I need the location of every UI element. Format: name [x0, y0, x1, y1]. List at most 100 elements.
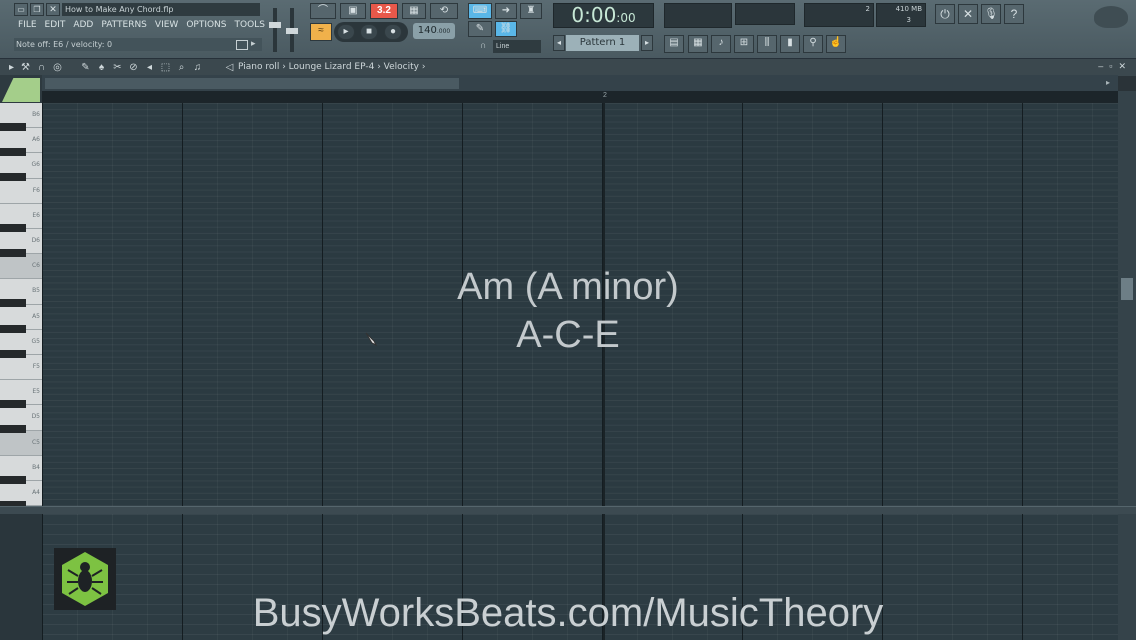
draw-tool-icon[interactable]: ✎: [80, 62, 91, 73]
select-tool-icon[interactable]: ⬚: [160, 62, 171, 73]
step-sequencer-icon[interactable]: ▦: [688, 35, 708, 53]
key-label: B4: [32, 463, 40, 471]
scroll-right-icon[interactable]: ▸: [1106, 78, 1116, 88]
stop-button[interactable]: ■: [360, 24, 378, 40]
key-label: E5: [32, 388, 40, 396]
project-info-icon[interactable]: ▮: [780, 35, 800, 53]
wrench-icon[interactable]: ⚒: [20, 62, 31, 73]
breadcrumb-piano-roll[interactable]: Piano roll: [238, 62, 279, 72]
mixer-icon[interactable]: ⫼: [757, 35, 777, 53]
menu-view[interactable]: VIEW: [151, 19, 182, 32]
key-label: A4: [32, 489, 40, 496]
menu-add[interactable]: ADD: [69, 19, 97, 32]
black-key[interactable]: [0, 475, 26, 484]
key-label: C5: [31, 438, 40, 446]
pattern-next-button[interactable]: ▸: [641, 35, 653, 51]
piano-roll-icon[interactable]: ♪: [711, 35, 731, 53]
black-key[interactable]: [0, 148, 26, 157]
zoom-tool-icon[interactable]: ⌕: [176, 62, 187, 73]
pattern-prev-button[interactable]: ◂: [553, 35, 565, 51]
slice-tool-icon[interactable]: ◂: [144, 62, 155, 73]
play-button[interactable]: ▸: [337, 24, 355, 40]
black-key[interactable]: [0, 123, 26, 131]
restore-icon[interactable]: ❐: [30, 3, 44, 16]
black-key[interactable]: [0, 425, 26, 434]
magnet-icon[interactable]: ∩: [36, 62, 47, 73]
pattern-selector[interactable]: Pattern 1: [566, 35, 639, 51]
black-key[interactable]: [0, 249, 26, 257]
vertical-scroll-thumb[interactable]: [1121, 278, 1133, 300]
help-icon[interactable]: ?: [1004, 4, 1024, 24]
horizontal-scroll-thumb[interactable]: [45, 78, 459, 89]
pencil-icon[interactable]: ✎: [468, 21, 492, 37]
project-title: How to Make Any Chord.flp: [62, 3, 260, 16]
master-volume-slider[interactable]: [273, 8, 277, 52]
master-volume-handle[interactable]: [269, 22, 281, 28]
link-icon[interactable]: ⛓: [495, 21, 517, 37]
mute-tool-icon[interactable]: ⊘: [128, 62, 139, 73]
black-key[interactable]: [0, 324, 26, 333]
step-edit-icon[interactable]: ▦: [402, 3, 426, 19]
speaker-icon: ◁: [225, 62, 234, 73]
menu-patterns[interactable]: PATTERNS: [97, 19, 151, 32]
window-controls[interactable]: –▫✕: [1098, 61, 1132, 72]
key-label: D5: [31, 413, 40, 421]
key-label: C6: [31, 262, 40, 270]
key-label: A6: [32, 136, 40, 144]
chord-notes: A-C-E: [516, 314, 620, 356]
record-button[interactable]: ●: [384, 24, 402, 40]
menu-file[interactable]: FILE: [14, 19, 41, 32]
disconnect-icon[interactable]: ✕: [958, 4, 978, 24]
main-toolbar: ▭ ❐ ✕ How to Make Any Chord.flp FILE EDI…: [0, 0, 1136, 58]
recording-filter-icon[interactable]: ♜: [520, 3, 542, 19]
tempo-decimal: .000: [436, 28, 451, 35]
tempo-curve-icon[interactable]: ⌒: [310, 3, 336, 19]
options-arrow-icon[interactable]: ▸: [6, 62, 17, 73]
arrow-right-icon[interactable]: ➜: [495, 3, 517, 19]
close-icon[interactable]: ✕: [46, 3, 60, 16]
velocity-scrollbar[interactable]: [1118, 514, 1136, 640]
timeline[interactable]: [42, 91, 1118, 103]
black-key[interactable]: [0, 223, 26, 232]
power-icon[interactable]: ⏻: [935, 4, 955, 24]
black-key[interactable]: [0, 400, 26, 409]
typing-keyboard-icon[interactable]: ⌨: [468, 3, 492, 19]
key-label: G5: [31, 337, 40, 345]
master-pitch-handle[interactable]: [286, 28, 298, 34]
breadcrumb-instrument[interactable]: Lounge Lizard EP-4: [289, 62, 375, 72]
menu-edit[interactable]: EDIT: [41, 19, 70, 32]
tempo-value: 140: [417, 25, 437, 36]
plugin-icon[interactable]: ⚲: [803, 35, 823, 53]
record-mode-icon[interactable]: 3.2: [370, 3, 398, 19]
black-key[interactable]: [0, 173, 26, 182]
piano-keyboard[interactable]: B6A6G6F6E6D6C6B5A5G5F5E5D5C5B4A4G4F4: [0, 103, 42, 506]
loop-record-icon[interactable]: ⟲: [430, 3, 458, 19]
playlist-icon[interactable]: ▤: [664, 35, 684, 53]
delete-tool-icon[interactable]: ✂: [112, 62, 123, 73]
song-mode-toggle[interactable]: ≈: [310, 23, 332, 41]
menu-options[interactable]: OPTIONS: [182, 19, 230, 32]
menu-tools[interactable]: TOOLS: [231, 19, 269, 32]
key-label: F5: [32, 363, 40, 370]
microphone-icon[interactable]: 🎙︎: [981, 4, 1001, 24]
snap-magnet-icon: ∩: [480, 40, 487, 50]
touch-keyboard-icon[interactable]: ☝: [826, 35, 846, 53]
key-label: B5: [32, 287, 40, 295]
metronome-small-icon[interactable]: ◎: [52, 62, 63, 73]
browser-icon[interactable]: ⊞: [734, 35, 754, 53]
tempo-display[interactable]: 140.000: [413, 23, 455, 39]
playback-tool-icon[interactable]: ♫: [192, 62, 203, 73]
piano-roll-toolbar: ▸ ⚒ ∩ ◎ ✎ ♠ ✂ ⊘ ◂ ⬚ ⌕ ♫ ◁ Piano roll › L…: [0, 58, 1136, 76]
event-selector-panel[interactable]: [0, 514, 42, 640]
paint-tool-icon[interactable]: ♠: [96, 62, 107, 73]
metronome-icon[interactable]: ▣: [340, 3, 366, 19]
channel-logo: [54, 548, 116, 610]
snap-selector[interactable]: Line: [493, 40, 541, 53]
minimize-icon[interactable]: ▭: [14, 3, 28, 16]
pencil-cursor-icon: [365, 332, 378, 347]
black-key[interactable]: [0, 349, 26, 358]
cpu-meter: 2: [804, 3, 874, 27]
black-key[interactable]: [0, 299, 26, 308]
breadcrumb-velocity[interactable]: Velocity: [384, 62, 419, 72]
song-time-display[interactable]: 0:00:00: [553, 3, 654, 28]
